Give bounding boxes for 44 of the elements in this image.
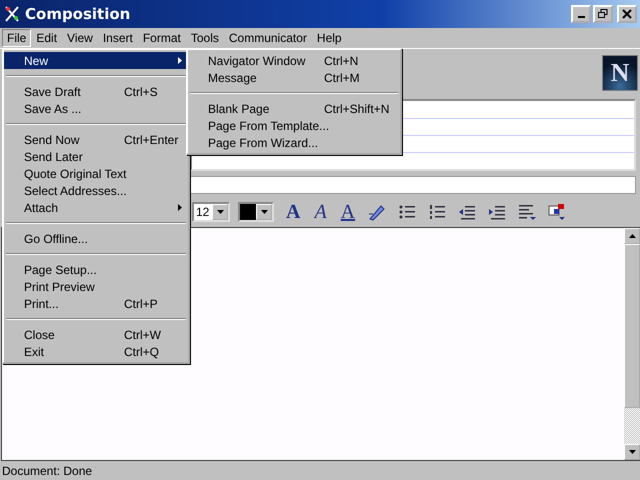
menu-entry[interactable]: Send Later	[4, 148, 188, 165]
menu-item[interactable]: Edit	[31, 29, 62, 47]
menu-item[interactable]: Communicator	[224, 29, 312, 47]
menu-entry[interactable]: Attach	[4, 199, 188, 216]
menu-item[interactable]: Format	[138, 29, 186, 47]
menu-entry[interactable]: Blank Page Ctrl+Shift+N	[188, 100, 400, 117]
menu-item[interactable]: Tools	[186, 29, 224, 47]
menu-item[interactable]: Insert	[98, 29, 138, 47]
minimize-icon	[578, 16, 584, 18]
align-icon[interactable]	[517, 202, 538, 222]
bold-button[interactable]: A	[284, 202, 302, 222]
logo-icon: N	[602, 55, 638, 91]
menu-entry[interactable]: Save As ...	[4, 100, 188, 117]
menu-item[interactable]: Help	[312, 29, 347, 47]
restore-icon	[598, 9, 608, 19]
caret-icon	[260, 210, 268, 214]
status-text: Document: Done	[2, 464, 92, 478]
italic-button[interactable]: A	[312, 202, 329, 222]
menu-entry[interactable]: Message Ctrl+M	[188, 69, 400, 86]
menu-entry[interactable]: Select Addresses...	[4, 182, 188, 199]
menu-entry[interactable]: Page From Wizard...	[188, 134, 400, 151]
caret-icon	[216, 210, 224, 214]
window-title: Composition	[25, 5, 132, 23]
restore-button[interactable]	[593, 5, 613, 23]
underline-button[interactable]: A	[338, 202, 358, 222]
menu-item[interactable]: File	[2, 29, 32, 47]
sparkle-icon	[3, 5, 21, 23]
menu-entry[interactable]: Navigator Window Ctrl+N	[188, 52, 400, 69]
color-icon[interactable]	[547, 202, 568, 222]
submenu-arrow-icon	[178, 204, 182, 211]
menu-entry[interactable]: Quote Original Text	[4, 165, 188, 182]
menu-entry[interactable]: Send Now Ctrl+Enter	[4, 131, 188, 148]
submenu-arrow-icon	[178, 57, 182, 64]
menu-entry[interactable]: Save Draft Ctrl+S	[4, 83, 188, 100]
subject-field[interactable]	[190, 176, 636, 194]
minimize-button[interactable]	[571, 5, 591, 23]
font-size-dropdown[interactable]: 12	[192, 202, 230, 222]
menu-entry[interactable]: New	[4, 52, 188, 69]
text-color-dropdown[interactable]	[238, 202, 274, 222]
close-icon	[622, 9, 632, 19]
close-button[interactable]	[617, 5, 637, 23]
numbered-list-icon[interactable]	[427, 202, 448, 222]
menu-entry[interactable]: Page From Template...	[188, 117, 400, 134]
menu-item[interactable]: View	[62, 29, 98, 47]
